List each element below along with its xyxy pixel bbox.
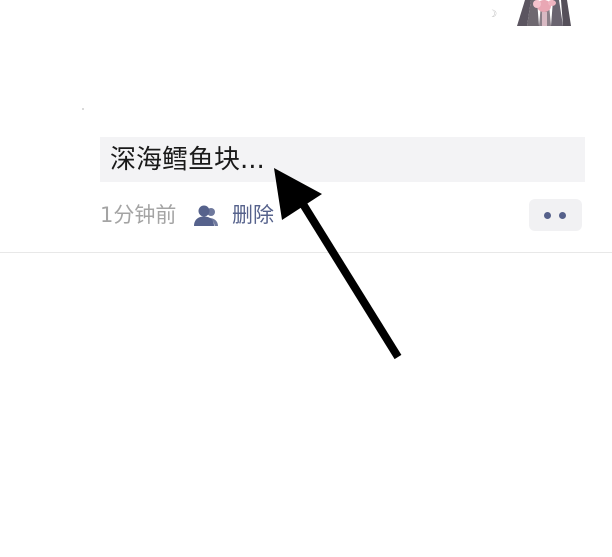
- black-arrow-pointer-icon: [274, 168, 402, 360]
- comment-meta-row: 1分钟前 删除: [100, 199, 600, 231]
- more-button[interactable]: [529, 199, 582, 231]
- cropped-avatar-image[interactable]: [515, 0, 573, 26]
- comment-text: 深海鳕鱼块...: [110, 145, 265, 175]
- timestamp: 1分钟前: [100, 203, 177, 227]
- divider: [0, 252, 612, 253]
- more-dots-icon-2: [559, 212, 566, 219]
- comment-bubble: 深海鳕鱼块...: [100, 137, 585, 182]
- avatar-image-icon: [515, 0, 573, 26]
- more-dots-icon: [544, 212, 551, 219]
- page: ☽ 深海鳕鱼块... 1分钟前 删除: [0, 0, 612, 557]
- delete-button[interactable]: 删除: [232, 202, 274, 228]
- decorative-dot: [82, 108, 84, 110]
- moon-glyph-icon: ☽: [488, 9, 497, 20]
- user-icon: [193, 204, 219, 228]
